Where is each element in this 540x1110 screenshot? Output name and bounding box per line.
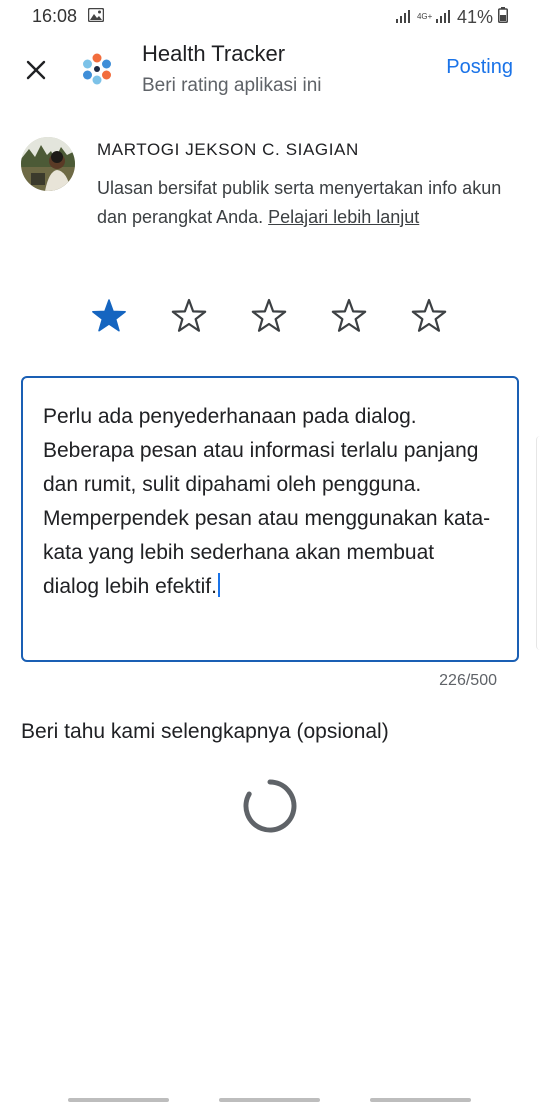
user-name: MARTOGI JEKSON C. SIAGIAN xyxy=(97,140,359,159)
star-5-button[interactable] xyxy=(405,292,453,340)
app-title: Health Tracker xyxy=(142,41,286,66)
learn-more-link[interactable]: Pelajari lebih lanjut xyxy=(268,207,419,227)
star-4-button[interactable] xyxy=(325,292,373,340)
battery-icon xyxy=(498,6,508,28)
close-icon xyxy=(26,60,46,80)
dialog-subtitle: Beri rating aplikasi ini xyxy=(142,75,322,96)
avatar xyxy=(21,137,75,191)
star-2-button[interactable] xyxy=(165,292,213,340)
app-icon xyxy=(76,48,118,90)
star-1-button[interactable] xyxy=(85,292,133,340)
status-right-group: 4G+ 41% xyxy=(395,6,508,28)
star-outline-icon xyxy=(251,298,287,332)
status-bar: 16:08 4G+ 41% xyxy=(0,0,540,34)
character-counter: 226/500 xyxy=(439,672,497,689)
scroll-edge-indicator xyxy=(536,436,540,650)
star-outline-icon xyxy=(411,298,447,332)
post-button[interactable]: Posting xyxy=(446,56,513,79)
more-details-label: Beri tahu kami selengkapnya (opsional) xyxy=(21,720,389,743)
privacy-disclaimer: Ulasan bersifat publik serta menyertakan… xyxy=(97,174,507,232)
gallery-notification-icon xyxy=(87,7,105,27)
star-filled-icon xyxy=(92,299,126,332)
review-text: Perlu ada penyederhanaan pada dialog. Be… xyxy=(43,405,491,598)
rating-dialog-header: Health Tracker Beri rating aplikasi ini … xyxy=(0,34,540,114)
star-outline-icon xyxy=(331,298,367,332)
nav-home-handle[interactable] xyxy=(219,1098,320,1102)
nav-back-handle[interactable] xyxy=(370,1098,471,1102)
loading-spinner-icon xyxy=(240,776,300,836)
network-type: 4G+ xyxy=(416,12,433,21)
close-button[interactable] xyxy=(20,54,52,86)
review-input[interactable]: Perlu ada penyederhanaan pada dialog. Be… xyxy=(21,376,519,662)
signal-icon-secondary xyxy=(435,7,452,28)
star-outline-icon xyxy=(171,298,207,332)
navigation-bar xyxy=(0,1094,540,1110)
review-text-area[interactable]: Perlu ada penyederhanaan pada dialog. Be… xyxy=(43,400,493,604)
star-rating xyxy=(85,292,465,340)
text-cursor xyxy=(217,573,220,597)
star-3-button[interactable] xyxy=(245,292,293,340)
battery-percentage: 41% xyxy=(456,6,493,27)
signal-icon xyxy=(395,7,412,28)
status-time: 16:08 xyxy=(32,6,78,26)
nav-recents-handle[interactable] xyxy=(68,1098,169,1102)
